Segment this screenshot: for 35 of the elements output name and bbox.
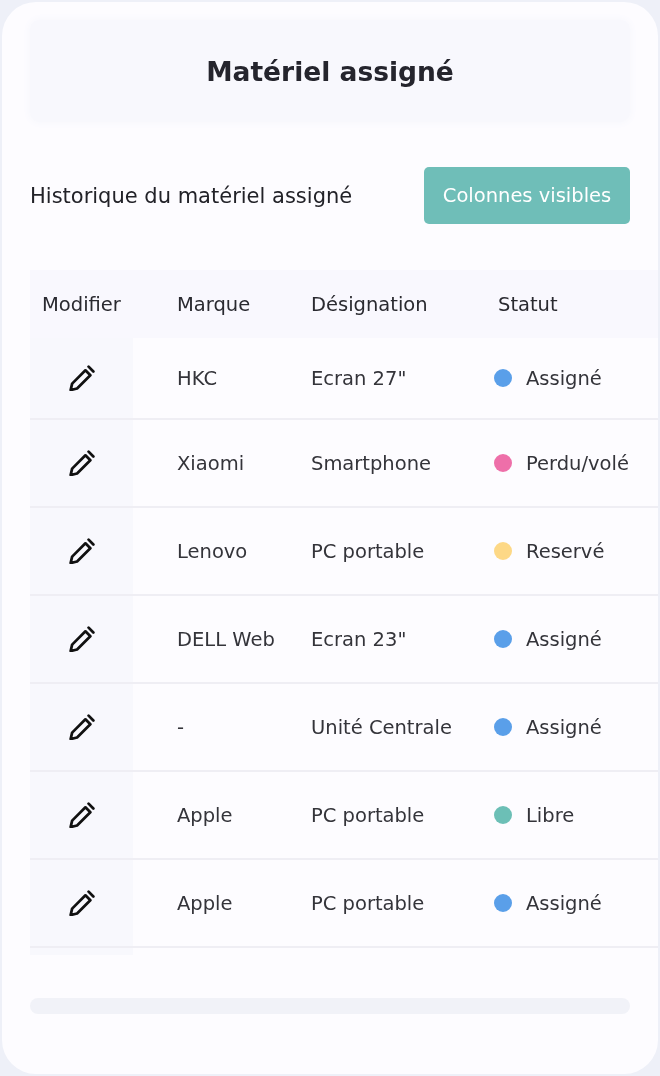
pencil-icon[interactable]	[68, 714, 95, 740]
table-cell: DELL Web	[177, 627, 275, 651]
table-cell: Xiaomi	[177, 451, 245, 475]
table-cell: PC portable	[311, 891, 425, 915]
section-subtitle: Historique du matériel assigné	[30, 183, 353, 208]
table-cell: Smartphone	[311, 451, 431, 475]
status-text: Reservé	[526, 539, 605, 563]
column-header: Statut	[498, 292, 558, 316]
table-cell: Ecran 23"	[311, 627, 407, 651]
column-header: Modifier	[42, 292, 121, 316]
status-text: Libre	[526, 803, 575, 827]
table-cell: Ecran 27"	[311, 366, 407, 390]
table-cell: Apple	[177, 803, 233, 827]
status-text: Assigné	[526, 366, 602, 390]
pencil-icon[interactable]	[68, 365, 95, 391]
table-cell: HKC	[177, 366, 217, 390]
table-cell: PC portable	[311, 803, 425, 827]
column-header: Désignation	[311, 292, 428, 316]
column-header: Marque	[177, 292, 251, 316]
pencil-icon[interactable]	[68, 538, 95, 564]
pencil-icon[interactable]	[68, 450, 95, 476]
visible-columns-button[interactable]: Colonnes visibles	[424, 167, 630, 224]
table-cell: PC portable	[311, 539, 425, 563]
page-title: Matériel assigné	[206, 55, 454, 87]
status-text: Assigné	[526, 715, 602, 739]
status-text: Perdu/volé	[526, 451, 629, 475]
pencil-icon[interactable]	[68, 890, 95, 916]
pencil-icon[interactable]	[68, 626, 95, 652]
table-cell: Unité Centrale	[311, 715, 452, 739]
pencil-icon[interactable]	[68, 802, 95, 828]
status-text: Assigné	[526, 891, 602, 915]
table-cell: Apple	[177, 891, 233, 915]
status-text: Assigné	[526, 627, 602, 651]
table-cell: Lenovo	[177, 539, 248, 563]
table-cell: -	[177, 715, 185, 739]
